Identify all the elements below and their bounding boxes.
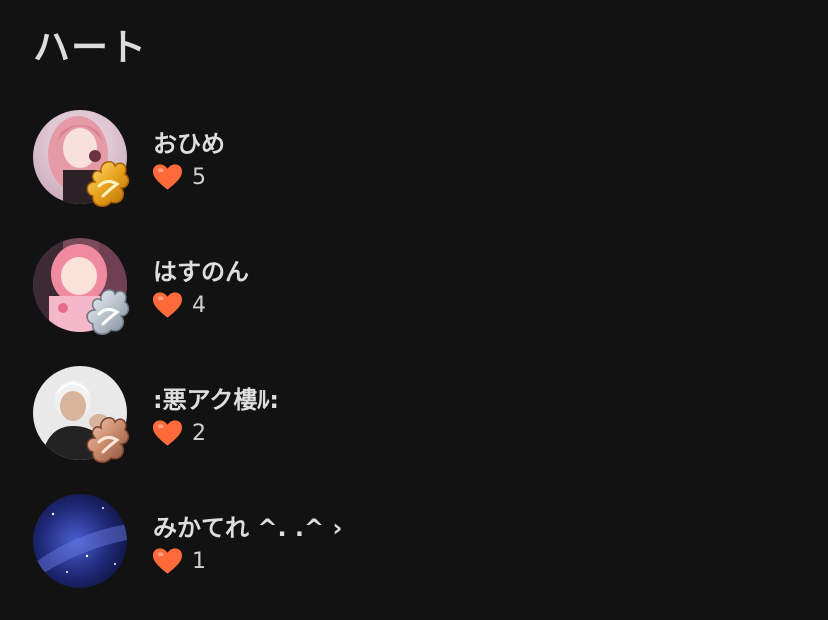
heart-icon xyxy=(152,292,183,318)
silver-rank-badge-icon xyxy=(83,284,133,340)
heart-count-row: 4 xyxy=(152,290,206,320)
heart-count-row: 1 xyxy=(152,546,206,576)
list-item[interactable]: :悪アク樓ﾙ: 2 xyxy=(0,366,828,476)
list-item[interactable]: はすのん 4 xyxy=(0,238,828,348)
list-item[interactable]: みかてれ ^. .^ › 1 xyxy=(0,494,828,604)
heart-count: 2 xyxy=(192,420,206,446)
user-name: :悪アク樓ﾙ: xyxy=(153,386,279,414)
user-name: みかてれ ^. .^ › xyxy=(153,514,343,542)
gold-rank-badge-icon xyxy=(83,156,133,212)
heart-count: 1 xyxy=(192,548,206,574)
heart-icon xyxy=(152,164,183,190)
heart-count-row: 5 xyxy=(152,162,206,192)
avatar[interactable] xyxy=(33,494,127,588)
avatar-container xyxy=(33,494,131,594)
avatar-container xyxy=(33,238,131,338)
heart-count-row: 2 xyxy=(152,418,206,448)
heart-count: 4 xyxy=(192,292,206,318)
user-name: おひめ xyxy=(153,130,225,158)
avatar-container xyxy=(33,366,131,466)
bronze-rank-badge-icon xyxy=(83,412,133,468)
list-item[interactable]: おひめ 5 xyxy=(0,110,828,220)
user-name: はすのん xyxy=(153,258,249,286)
heart-count: 5 xyxy=(192,164,206,190)
page-title: ハート xyxy=(33,26,147,69)
heart-icon xyxy=(152,548,183,574)
heart-icon xyxy=(152,420,183,446)
avatar-container xyxy=(33,110,131,210)
